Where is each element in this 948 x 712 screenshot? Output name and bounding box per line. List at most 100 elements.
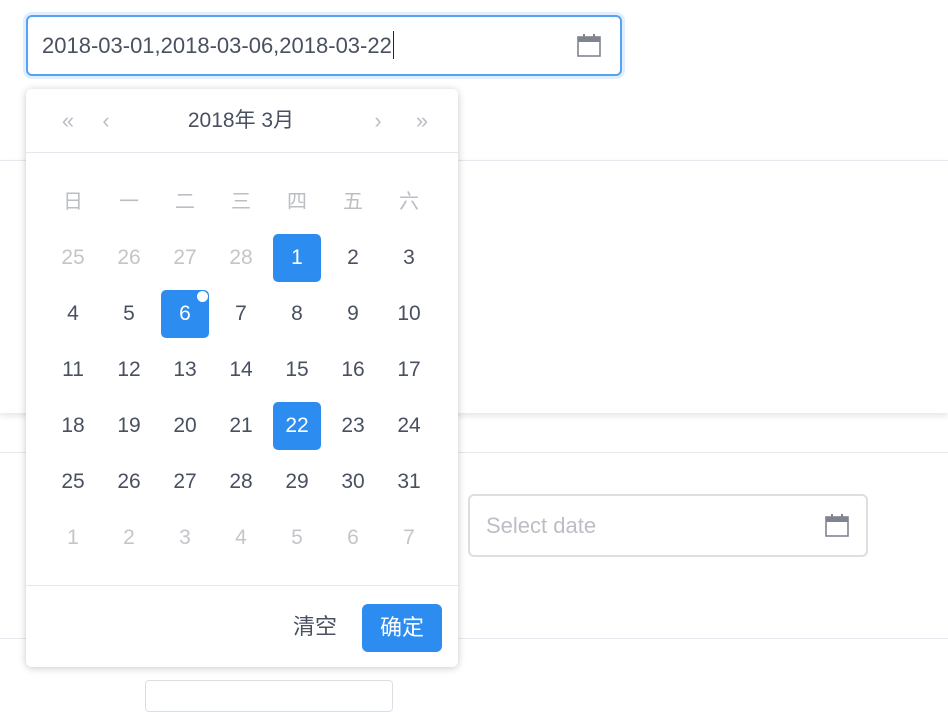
calendar-day[interactable]: 30 <box>329 458 377 506</box>
calendar-day-other-month[interactable]: 28 <box>217 234 265 282</box>
picker-header: « ‹ 2018年 3月 › » <box>26 89 458 153</box>
calendar-day[interactable]: 24 <box>385 402 433 450</box>
calendar-day-selected[interactable]: 22 <box>273 402 321 450</box>
day-number: 5 <box>291 526 303 549</box>
date-picker-panel: « ‹ 2018年 3月 › » 日一二三四五六 25 26 27 28 1 2 3 4 5 6 7… <box>26 89 458 667</box>
calendar-day[interactable]: 19 <box>105 402 153 450</box>
day-number: 23 <box>341 414 365 437</box>
calendar-day-other-month[interactable]: 27 <box>161 234 209 282</box>
day-number: 21 <box>229 414 253 437</box>
day-number: 10 <box>397 302 421 325</box>
day-number: 2 <box>347 246 359 269</box>
partial-input[interactable] <box>145 680 393 712</box>
picker-footer: 清空 确定 <box>26 585 458 668</box>
next-year-button[interactable]: » <box>404 103 434 139</box>
day-number: 1 <box>291 246 303 269</box>
day-number: 30 <box>341 470 365 493</box>
day-number: 27 <box>173 246 197 269</box>
day-number: 12 <box>117 358 141 381</box>
calendar-day-other-month[interactable]: 25 <box>49 234 97 282</box>
calendar-day-selected[interactable]: 1 <box>273 234 321 282</box>
calendar-day[interactable]: 9 <box>329 290 377 338</box>
day-number: 16 <box>341 358 365 381</box>
calendar-day[interactable]: 8 <box>273 290 321 338</box>
calendar-day-other-month[interactable]: 2 <box>105 514 153 562</box>
day-number: 6 <box>347 526 359 549</box>
day-number: 3 <box>403 246 415 269</box>
select-date-input[interactable]: Select date <box>468 494 868 557</box>
day-number: 18 <box>61 414 85 437</box>
next-month-button[interactable]: › <box>366 103 390 139</box>
calendar-day[interactable]: 14 <box>217 346 265 394</box>
date-input-value[interactable]: 2018-03-01,2018-03-06,2018-03-22 <box>42 17 394 74</box>
calendar-day[interactable]: 15 <box>273 346 321 394</box>
day-number: 29 <box>285 470 309 493</box>
multi-date-input[interactable]: 2018-03-01,2018-03-06,2018-03-22 <box>26 15 622 76</box>
weekday-label: 日 <box>63 191 83 213</box>
calendar-day[interactable]: 2 <box>329 234 377 282</box>
calendar-day-other-month[interactable]: 26 <box>105 234 153 282</box>
day-number: 17 <box>397 358 421 381</box>
calendar-icon[interactable] <box>576 33 602 59</box>
day-number: 4 <box>67 302 79 325</box>
confirm-button[interactable]: 确定 <box>362 604 442 652</box>
day-number: 2 <box>123 526 135 549</box>
calendar-day[interactable]: 21 <box>217 402 265 450</box>
clear-button[interactable]: 清空 <box>280 604 350 650</box>
calendar-day[interactable]: 12 <box>105 346 153 394</box>
calendar-day[interactable]: 26 <box>105 458 153 506</box>
day-number: 8 <box>291 302 303 325</box>
calendar-day[interactable]: 18 <box>49 402 97 450</box>
day-number: 26 <box>117 470 141 493</box>
select-date-placeholder: Select date <box>486 513 597 538</box>
day-number: 20 <box>173 414 197 437</box>
weekday-label: 一 <box>119 191 139 213</box>
day-number: 24 <box>397 414 421 437</box>
calendar-day-other-month[interactable]: 3 <box>161 514 209 562</box>
calendar-day[interactable]: 3 <box>385 234 433 282</box>
day-number: 5 <box>123 302 135 325</box>
prev-year-button[interactable]: « <box>50 103 80 139</box>
calendar-day-other-month[interactable]: 1 <box>49 514 97 562</box>
day-number: 25 <box>61 246 85 269</box>
weekday-label: 四 <box>287 191 307 213</box>
day-number: 22 <box>285 414 309 437</box>
day-number: 11 <box>62 358 84 381</box>
text-caret <box>392 31 394 60</box>
calendar-day-other-month[interactable]: 5 <box>273 514 321 562</box>
calendar-day-selected[interactable]: 6 <box>161 290 209 338</box>
calendar-day[interactable]: 28 <box>217 458 265 506</box>
calendar-day-other-month[interactable]: 4 <box>217 514 265 562</box>
weekday-label: 六 <box>399 191 419 213</box>
calendar-day[interactable]: 10 <box>385 290 433 338</box>
calendar-day-other-month[interactable]: 6 <box>329 514 377 562</box>
calendar-day[interactable]: 5 <box>105 290 153 338</box>
day-number: 13 <box>173 358 197 381</box>
calendar-day[interactable]: 4 <box>49 290 97 338</box>
day-number: 6 <box>179 302 191 325</box>
day-number: 28 <box>229 470 253 493</box>
calendar-day[interactable]: 20 <box>161 402 209 450</box>
day-number: 25 <box>61 470 85 493</box>
day-number: 26 <box>117 246 141 269</box>
calendar-day[interactable]: 17 <box>385 346 433 394</box>
calendar-day[interactable]: 13 <box>161 346 209 394</box>
day-number: 27 <box>173 470 197 493</box>
weekday-label: 五 <box>343 191 363 213</box>
calendar-icon[interactable] <box>824 513 850 539</box>
calendar-day-other-month[interactable]: 7 <box>385 514 433 562</box>
calendar-day[interactable]: 25 <box>49 458 97 506</box>
prev-month-button[interactable]: ‹ <box>94 103 118 139</box>
calendar-day[interactable]: 23 <box>329 402 377 450</box>
calendar-day[interactable]: 27 <box>161 458 209 506</box>
calendar-day[interactable]: 16 <box>329 346 377 394</box>
calendar-day[interactable]: 31 <box>385 458 433 506</box>
day-number: 19 <box>117 414 141 437</box>
calendar-day[interactable]: 7 <box>217 290 265 338</box>
day-number: 28 <box>229 246 253 269</box>
day-number: 31 <box>397 470 421 493</box>
calendar-day[interactable]: 11 <box>49 346 97 394</box>
picker-title[interactable]: 2018年 3月 <box>166 103 316 139</box>
day-number: 9 <box>347 302 359 325</box>
calendar-day[interactable]: 29 <box>273 458 321 506</box>
